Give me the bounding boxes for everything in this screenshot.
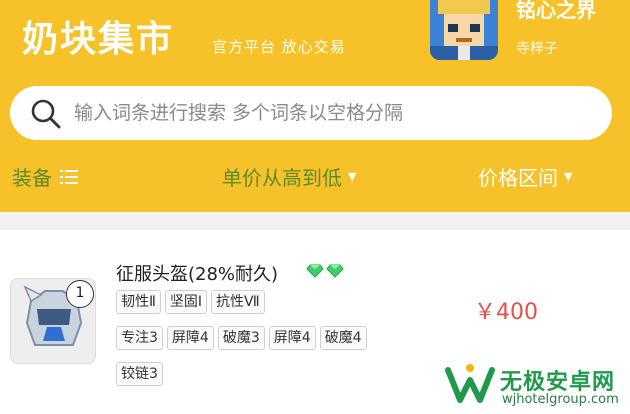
item-name: 征服头盔(28%耐久) [116,264,279,285]
watermark-logo-icon [445,364,495,403]
header-bar: 奶块集市 官方平台 放心交易 铭心之界 寺梓子 装备 [0,0,630,212]
attribute-tag: 专注3 [116,326,163,350]
app-slogan: 官方平台 放心交易 [212,38,346,56]
price-range-label: 价格区间 [478,166,558,190]
attribute-tag: 屏障4 [166,326,214,350]
watermark: 无极安卓网 wjhotelgroup.com [444,360,626,412]
app-title: 奶块集市 [22,19,175,60]
watermark-url: wjhotelgroup.com [502,392,619,407]
filter-bar: 装备 单价从高到低 ▼ 价格区间 ▼ [0,158,630,198]
sort-dropdown-label: 单价从高到低 [222,166,342,190]
equipment-filter[interactable]: 装备 [12,162,80,191]
attribute-tag: 铰链3 [116,362,163,386]
green-gem-icon [326,264,344,278]
search-input[interactable] [74,92,594,134]
attribute-tag: 坚固Ⅰ [164,290,208,314]
avatar[interactable] [430,0,498,60]
attribute-tag: 屏障4 [268,326,316,350]
item-count-badge: 1 [66,280,94,308]
server-name: 铭心之界 [516,0,596,22]
section-divider [0,212,630,230]
green-gem-icon [306,264,324,278]
item-price: ￥400 [474,300,538,325]
gem-slots [306,264,344,278]
search-bar[interactable] [10,86,612,140]
search-icon[interactable] [30,98,62,130]
attribute-tag: 破魔4 [319,326,367,350]
sort-dropdown[interactable]: 单价从高到低 ▼ [222,162,356,191]
item-attribute-tags: 韧性Ⅱ 坚固Ⅰ 抗性Ⅶ 专注3 屏障4 破魔3 屏障4 破魔4 铰链3 [116,290,436,386]
chevron-down-icon: ▼ [564,170,573,183]
list-icon [60,169,78,184]
user-name: 寺梓子 [516,41,558,57]
chevron-down-icon: ▼ [348,170,357,183]
attribute-tag: 韧性Ⅱ [116,290,161,314]
attribute-tag: 破魔3 [217,326,265,350]
equipment-filter-label: 装备 [12,166,52,190]
attribute-tag: 抗性Ⅶ [211,290,265,314]
avatar-image [430,0,498,60]
price-range-dropdown[interactable]: 价格区间 ▼ [478,162,572,191]
